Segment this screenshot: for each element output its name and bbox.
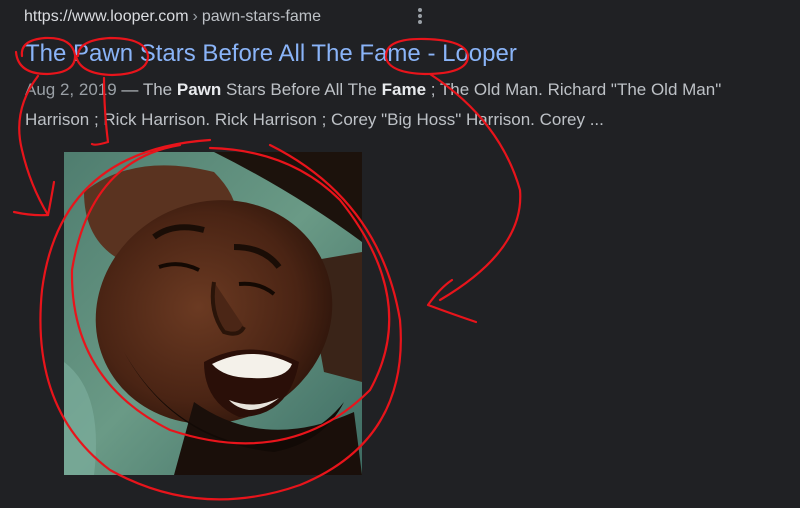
arrowhead-fame [426,278,478,324]
result-url[interactable]: https://www.looper.com › pawn-stars-fame [24,6,321,28]
url-separator: › [192,8,198,25]
snippet-date: Aug 2, 2019 [25,80,117,99]
title-word-looper: - Looper [427,40,517,67]
vertical-dots-icon[interactable] [410,5,430,27]
laughing-man-photo [64,152,362,475]
result-thumbnail[interactable] [64,152,362,475]
snippet-bold-fame: Fame [381,80,427,99]
url-path: pawn-stars-fame [201,8,321,25]
snippet-text-1: The [142,80,177,99]
title-word-stars: Stars Before All The [139,40,353,67]
title-word-fame: Fame [359,40,421,67]
arrowhead-the [12,180,56,217]
url-domain: https://www.looper.com [24,8,189,25]
title-word-the: The [25,40,67,67]
result-snippet: Aug 2, 2019 — The Pawn Stars Before All … [25,75,785,135]
snippet-text-2: Stars Before All The [221,80,382,99]
snippet-bold-pawn: Pawn [176,80,222,99]
title-word-pawn: Pawn [73,40,134,67]
result-title-link[interactable]: The Pawn Stars Before All The Fame - Loo… [25,38,517,70]
snippet-dash: — [116,80,143,99]
